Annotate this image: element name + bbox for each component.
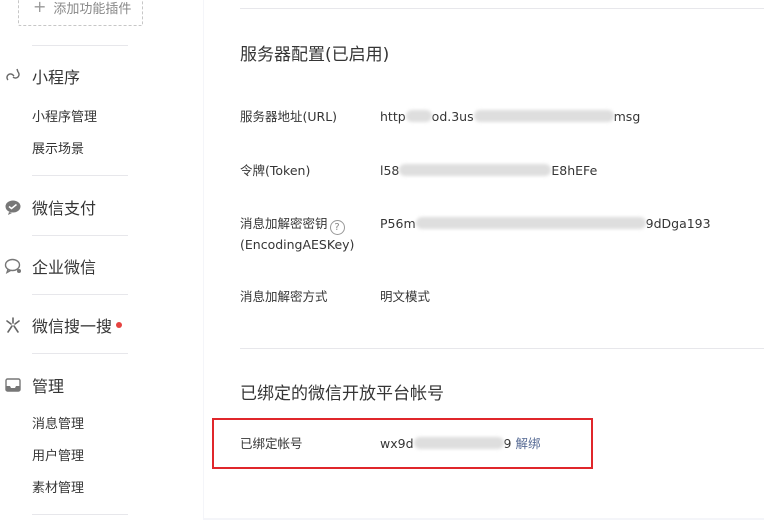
divider bbox=[32, 294, 128, 295]
divider bbox=[32, 514, 128, 515]
redacted-mask bbox=[399, 164, 552, 176]
highlight-box bbox=[212, 418, 593, 469]
help-icon[interactable]: ? bbox=[329, 220, 345, 235]
encrypt-mode-value: 明文模式 bbox=[380, 289, 431, 304]
aes-key-label: 消息加解密密钥? (EncodingAESKey) bbox=[240, 214, 354, 255]
server-url-value-mid: od.3us bbox=[431, 109, 474, 124]
server-url-value-end: msg bbox=[613, 109, 641, 124]
sidebar-item-user-manage[interactable]: 用户管理 bbox=[32, 445, 84, 464]
sidebar-section-manage[interactable]: 管理 bbox=[0, 373, 203, 397]
add-plugin-button[interactable]: + 添加功能插件 bbox=[18, 0, 143, 26]
sidebar-section-wechat-pay[interactable]: 微信支付 bbox=[0, 195, 203, 219]
aes-key-value-start: P56m bbox=[380, 216, 416, 231]
notification-dot bbox=[116, 322, 123, 328]
server-config-title: 服务器配置(已启用) bbox=[240, 45, 390, 65]
sidebar-item-material-manage[interactable]: 素材管理 bbox=[32, 477, 84, 496]
divider bbox=[32, 175, 128, 176]
divider bbox=[240, 348, 764, 349]
enterprise-wechat-icon bbox=[2, 255, 24, 277]
sidebar-section-miniprogram[interactable]: 小程序 bbox=[0, 64, 203, 88]
sidebar-section-title: 小程序 bbox=[32, 68, 81, 87]
sidebar-section-title: 微信支付 bbox=[32, 199, 97, 218]
encrypt-mode-label: 消息加解密方式 bbox=[240, 289, 328, 304]
redacted-mask bbox=[415, 217, 646, 229]
aes-key-label-text: 消息加解密密钥 bbox=[240, 216, 328, 231]
sidebar-section-title: 微信搜一搜 bbox=[32, 317, 113, 336]
sidebar-section-sou-yi-sou[interactable]: 微信搜一搜 bbox=[0, 313, 203, 337]
plus-icon: + bbox=[33, 0, 47, 16]
open-platform-title: 已绑定的微信开放平台帐号 bbox=[240, 384, 444, 404]
divider bbox=[32, 45, 128, 46]
token-value-start: l58 bbox=[380, 163, 400, 178]
wechat-pay-icon bbox=[2, 196, 24, 218]
sidebar-item-message-manage[interactable]: 消息管理 bbox=[32, 413, 84, 432]
link-icon bbox=[2, 65, 24, 87]
divider bbox=[240, 8, 764, 9]
sou-yi-sou-icon bbox=[2, 314, 24, 336]
aes-key-label-sub: (EncodingAESKey) bbox=[240, 237, 355, 252]
aes-key-value-end: 9dDga193 bbox=[645, 216, 711, 231]
divider bbox=[32, 235, 128, 236]
sidebar: + 添加功能插件 小程序 小程序管理 展示场景 微信支付 企业微信 微信搜一搜 bbox=[0, 0, 203, 520]
sidebar-item-display-scene[interactable]: 展示场景 bbox=[32, 138, 84, 157]
aes-key-value: P56m 9dDga193 bbox=[380, 214, 711, 234]
redacted-mask bbox=[473, 110, 614, 122]
server-url-label: 服务器地址(URL) bbox=[240, 109, 338, 124]
token-value: l58 E8hEFe bbox=[380, 161, 597, 181]
server-url-value-start: http bbox=[380, 109, 406, 124]
redacted-mask bbox=[405, 110, 432, 122]
add-plugin-label: 添加功能插件 bbox=[53, 1, 132, 17]
sidebar-item-miniprogram-manage[interactable]: 小程序管理 bbox=[32, 106, 97, 125]
token-label: 令牌(Token) bbox=[240, 163, 311, 178]
sidebar-section-title: 企业微信 bbox=[32, 258, 97, 277]
server-url-value: http od.3us msg bbox=[380, 107, 640, 127]
inbox-icon bbox=[2, 374, 24, 396]
token-value-end: E8hEFe bbox=[551, 163, 598, 178]
sidebar-section-enterprise-wechat[interactable]: 企业微信 bbox=[0, 254, 203, 278]
divider bbox=[32, 353, 128, 354]
sidebar-section-title: 管理 bbox=[32, 377, 65, 396]
